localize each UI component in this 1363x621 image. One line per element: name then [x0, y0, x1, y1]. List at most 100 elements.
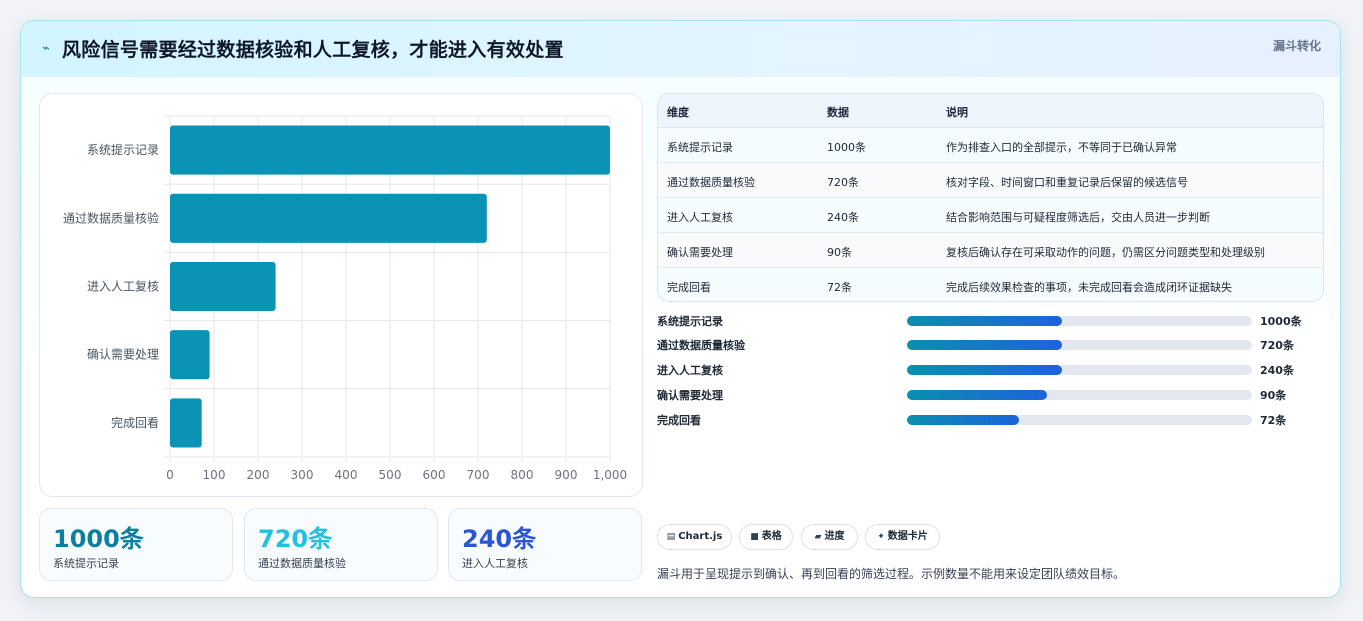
progress-track — [907, 340, 1252, 350]
stat-card-3: 240条 进入人工复核 — [448, 508, 642, 581]
bar — [170, 125, 610, 175]
pill-progress[interactable]: ▰ 进度 — [801, 524, 858, 550]
pill-label: Chart.js — [678, 531, 723, 542]
progress-icon: ▰ — [814, 532, 822, 542]
bar — [170, 398, 202, 448]
progress-label: 进入人工复核 — [657, 364, 723, 377]
pill-table[interactable]: ■ 表格 — [739, 524, 793, 550]
progress-row: 进入人工复核 240条 — [657, 360, 1317, 380]
table-cell: 核对字段、时间窗口和重复记录后保留的候选信号 — [946, 176, 1188, 189]
table-cell: 1000条 — [827, 141, 866, 154]
x-tick-label: 900 — [555, 468, 578, 482]
card-header: ⌁ 风险信号需要经过数据核验和人工复核，才能进入有效处置 漏斗转化 — [21, 21, 1340, 77]
progress-row: 确认需要处理 90条 — [657, 385, 1317, 405]
table-cell: 系统提示记录 — [667, 141, 733, 154]
progress-label: 系统提示记录 — [657, 315, 723, 328]
stat-card-1: 1000条 系统提示记录 — [39, 508, 233, 581]
funnel-bar-chart: 0 100 200 300 400 500 600 700 800 900 1,000 系统提示记录通… — [39, 93, 643, 497]
pill-chartjs[interactable]: ▤ Chart.js — [657, 524, 732, 550]
table-cell: 72条 — [827, 281, 852, 294]
progress-value: 72条 — [1260, 414, 1287, 427]
progress-label: 完成回看 — [657, 414, 701, 427]
stat-value: 240条 — [462, 525, 537, 553]
table-icon: ■ — [750, 532, 759, 542]
table-cell: 90条 — [827, 246, 852, 259]
page-title: 风险信号需要经过数据核验和人工复核，才能进入有效处置 — [62, 39, 564, 61]
progress-row: 完成回看 72条 — [657, 410, 1317, 430]
table-header-cell: 说明 — [946, 106, 968, 119]
bar — [170, 330, 210, 380]
pill-label: 数据卡片 — [887, 531, 928, 542]
stat-label: 系统提示记录 — [53, 557, 119, 570]
table-row: 确认需要处理 90条 复核后确认存在可采取动作的问题，仍需区分问题类型和处理级别 — [658, 232, 1323, 267]
progress-track — [907, 316, 1252, 326]
table-cell: 复核后确认存在可采取动作的问题，仍需区分问题类型和处理级别 — [946, 246, 1265, 259]
stat-value: 720条 — [258, 525, 333, 553]
x-tick-label: 400 — [335, 468, 358, 482]
stat-label: 通过数据质量核验 — [258, 557, 346, 570]
table-row: 系统提示记录 1000条 作为排查入口的全部提示，不等同于已确认异常 — [658, 127, 1323, 162]
header-tag: 漏斗转化 — [1272, 39, 1321, 53]
progress-value: 90条 — [1260, 389, 1287, 402]
category-label: 完成回看 — [111, 415, 159, 430]
category-label: 确认需要处理 — [87, 348, 159, 362]
chart-svg: 0 100 200 300 400 500 600 700 800 900 1,000 系统提示记录通… — [63, 115, 627, 482]
table-cell: 完成回看 — [667, 281, 711, 294]
progress-fill — [907, 340, 1063, 350]
bar — [170, 193, 487, 243]
table-cell: 结合影响范围与可疑程度筛选后，交由人员进一步判断 — [946, 211, 1210, 224]
table-cell: 作为排查入口的全部提示，不等同于已确认异常 — [946, 141, 1177, 154]
pill-label: 进度 — [824, 531, 845, 542]
stat-card-2: 720条 通过数据质量核验 — [244, 508, 438, 581]
progress-row: 系统提示记录 1000条 — [657, 311, 1317, 331]
stat-label: 进入人工复核 — [462, 557, 528, 570]
progress-label: 确认需要处理 — [657, 389, 723, 402]
progress-value: 240条 — [1260, 364, 1294, 377]
table-cell: 720条 — [827, 176, 859, 189]
progress-track — [907, 365, 1252, 375]
progress-fill — [907, 415, 1019, 425]
progress-fill — [907, 390, 1047, 400]
x-tick-label: 1,000 — [593, 468, 627, 482]
x-tick-label: 800 — [511, 468, 534, 482]
x-tick-label: 300 — [291, 468, 314, 482]
data-table: 维度 数据 说明 系统提示记录 1000条 作为排查入口的全部提示，不等同于已确… — [657, 93, 1324, 302]
category-label: 通过数据质量核验 — [63, 210, 159, 225]
progress-row: 通过数据质量核验 720条 — [657, 335, 1317, 355]
progress-value: 1000条 — [1260, 315, 1302, 328]
card-icon: ✦ — [877, 532, 885, 542]
table-cell: 240条 — [827, 211, 859, 224]
progress-value: 720条 — [1260, 339, 1294, 352]
bar — [170, 261, 276, 312]
table-cell: 完成后续效果检查的事项，未完成回看会造成闭环证据缺失 — [946, 281, 1232, 294]
chart-spark-icon: ⌁ — [42, 41, 50, 56]
footnote: 漏斗用于呈现提示到确认、再到回看的筛选过程。示例数量不能用来设定团队绩效目标。 — [657, 567, 1126, 581]
progress-fill — [907, 316, 1063, 326]
table-header-cell: 数据 — [827, 106, 849, 119]
pill-label: 表格 — [761, 531, 782, 542]
table-cell: 进入人工复核 — [667, 211, 733, 224]
table-cell: 通过数据质量核验 — [667, 176, 755, 189]
table-row: 通过数据质量核验 720条 核对字段、时间窗口和重复记录后保留的候选信号 — [658, 162, 1323, 197]
progress-fill — [907, 365, 1063, 375]
stat-value: 1000条 — [53, 525, 144, 553]
funnel-card: ⌁ 风险信号需要经过数据核验和人工复核，才能进入有效处置 漏斗转化 0 100 20… — [20, 20, 1341, 598]
table-row: 进入人工复核 240条 结合影响范围与可疑程度筛选后，交由人员进一步判断 — [658, 197, 1323, 232]
progress-track — [907, 415, 1252, 425]
progress-track — [907, 390, 1252, 400]
progress-label: 通过数据质量核验 — [657, 339, 745, 352]
category-label: 系统提示记录 — [87, 142, 159, 157]
table-header-cell: 维度 — [667, 106, 689, 119]
table-row: 完成回看 72条 完成后续效果检查的事项，未完成回看会造成闭环证据缺失 — [658, 267, 1323, 301]
x-tick-label: 100 — [203, 468, 226, 482]
x-tick-label: 500 — [379, 468, 402, 482]
table-header-row: 维度 数据 说明 — [658, 94, 1323, 127]
category-label: 进入人工复核 — [87, 280, 159, 294]
x-tick-label: 200 — [247, 468, 270, 482]
x-tick-label: 600 — [423, 468, 446, 482]
pill-data-card[interactable]: ✦ 数据卡片 — [865, 524, 940, 550]
x-tick-label: 0 — [166, 468, 174, 482]
chart-icon: ▤ — [666, 532, 676, 542]
table-cell: 确认需要处理 — [667, 246, 733, 259]
x-tick-label: 700 — [467, 468, 490, 482]
